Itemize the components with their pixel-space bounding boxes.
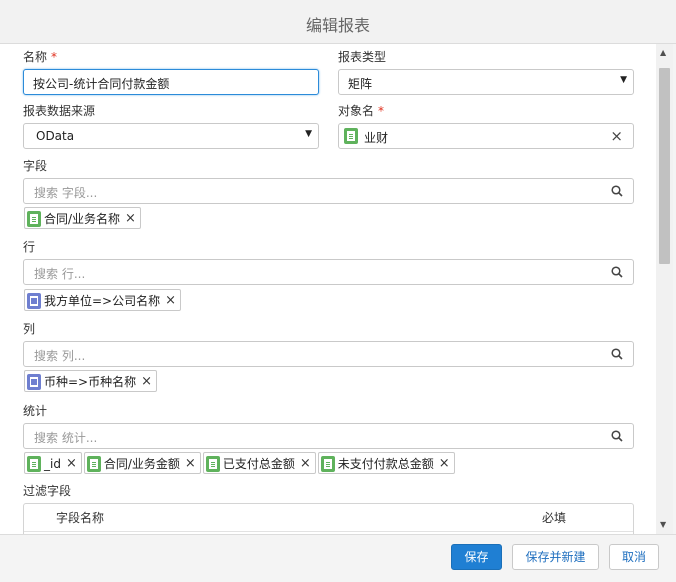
column-chip: 币种=>币种名称 × — [24, 370, 158, 392]
search-icon — [611, 430, 623, 442]
remove-icon[interactable]: × — [141, 374, 152, 389]
search-icon — [611, 348, 623, 360]
stat-chip: 未支付付款总金额 × — [317, 452, 455, 474]
filter-fields-label: 过滤字段 — [23, 484, 72, 498]
chip-label: 合同/业务金额 — [103, 456, 180, 471]
name-label: 名称 * — [23, 50, 58, 64]
object-name-value: 业财 — [364, 131, 389, 145]
dialog-footer: 保存 保存并新建 取消 — [0, 534, 676, 582]
columns-search-placeholder: 搜索 列... — [34, 349, 86, 363]
name-input[interactable]: 按公司-统计合同付款金额 — [23, 69, 319, 95]
chip-label: 未支付付款总金额 — [337, 456, 434, 471]
save-and-new-button[interactable]: 保存并新建 — [512, 544, 599, 570]
stat-chip: _id × — [24, 452, 82, 474]
dialog-body: 名称 * 报表类型 按公司-统计合同付款金额 矩阵 ▼ 报表数据来源 对象名 * O… — [0, 44, 656, 534]
remove-icon[interactable]: × — [185, 456, 196, 471]
reference-icon — [27, 292, 41, 309]
remove-icon[interactable]: × — [439, 456, 450, 471]
remove-icon[interactable]: × — [300, 456, 311, 471]
scroll-up-arrow-icon[interactable]: ▲ — [660, 48, 666, 57]
object-name-lookup[interactable]: 业财 × — [338, 123, 634, 149]
chip-label: _id — [44, 456, 61, 471]
dropdown-caret-icon: ▼ — [305, 129, 312, 139]
required-mark: * — [51, 50, 58, 64]
dialog-header: 编辑报表 — [0, 0, 676, 44]
fields-label: 字段 — [23, 159, 48, 173]
stats-chips: _id × 合同/业务金额 × 已支付总金额 × 未支付付款总金额 × — [24, 452, 457, 474]
columns-chips: 币种=>币种名称 × — [24, 370, 159, 392]
field-chip: 合同/业务名称 × — [24, 207, 141, 229]
search-icon — [611, 185, 623, 197]
chip-label: 币种=>币种名称 — [44, 374, 137, 389]
chip-label: 已支付总金额 — [222, 456, 295, 471]
report-type-select[interactable]: 矩阵 ▼ — [338, 69, 634, 95]
object-icon — [344, 128, 358, 144]
fields-search-placeholder: 搜索 字段... — [34, 186, 98, 200]
clear-icon[interactable]: × — [610, 127, 623, 145]
data-source-label: 报表数据来源 — [23, 104, 96, 118]
report-type-value: 矩阵 — [348, 77, 373, 91]
required-mark: * — [378, 104, 385, 118]
data-source-value: OData — [36, 129, 75, 143]
object-name-label: 对象名 * — [338, 104, 385, 118]
field-icon — [205, 455, 220, 472]
dropdown-caret-icon: ▼ — [620, 75, 627, 85]
cancel-button[interactable]: 取消 — [609, 544, 659, 570]
field-icon — [320, 455, 335, 472]
field-icon — [27, 455, 41, 472]
remove-icon[interactable]: × — [66, 456, 77, 471]
scroll-down-arrow-icon[interactable]: ▼ — [660, 520, 666, 529]
rows-label: 行 — [23, 240, 36, 254]
chip-label: 我方单位=>公司名称 — [44, 293, 161, 308]
stat-chip: 已支付总金额 × — [202, 452, 316, 474]
rows-search-placeholder: 搜索 行... — [34, 267, 86, 281]
table-header-divider — [24, 531, 633, 532]
fields-search-input[interactable]: 搜索 字段... — [23, 178, 634, 204]
column-header-required: 必填 — [542, 511, 567, 525]
field-icon — [27, 210, 41, 227]
scrollbar-thumb[interactable] — [659, 68, 670, 264]
report-type-label: 报表类型 — [338, 50, 387, 64]
rows-search-input[interactable]: 搜索 行... — [23, 259, 634, 285]
column-header-field-name: 字段名称 — [56, 511, 105, 525]
stats-search-input[interactable]: 搜索 统计... — [23, 423, 634, 449]
stats-search-placeholder: 搜索 统计... — [34, 431, 98, 445]
stat-chip: 合同/业务金额 × — [83, 452, 201, 474]
chip-label: 合同/业务名称 — [44, 211, 121, 226]
fields-chips: 合同/业务名称 × — [24, 207, 143, 229]
rows-chips: 我方单位=>公司名称 × — [24, 289, 183, 311]
dialog-title: 编辑报表 — [305, 16, 370, 35]
remove-icon[interactable]: × — [125, 211, 136, 226]
filter-fields-table: 字段名称 必填 — [23, 503, 634, 534]
data-source-select[interactable]: OData ▼ — [23, 123, 319, 149]
save-button[interactable]: 保存 — [451, 544, 502, 570]
search-icon — [611, 266, 623, 278]
name-input-value: 按公司-统计合同付款金额 — [33, 77, 170, 91]
columns-label: 列 — [23, 322, 36, 336]
reference-icon — [27, 373, 41, 390]
field-icon — [86, 455, 101, 472]
stats-label: 统计 — [23, 404, 48, 418]
columns-search-input[interactable]: 搜索 列... — [23, 341, 634, 367]
row-chip: 我方单位=>公司名称 × — [24, 289, 182, 311]
remove-icon[interactable]: × — [165, 293, 176, 308]
